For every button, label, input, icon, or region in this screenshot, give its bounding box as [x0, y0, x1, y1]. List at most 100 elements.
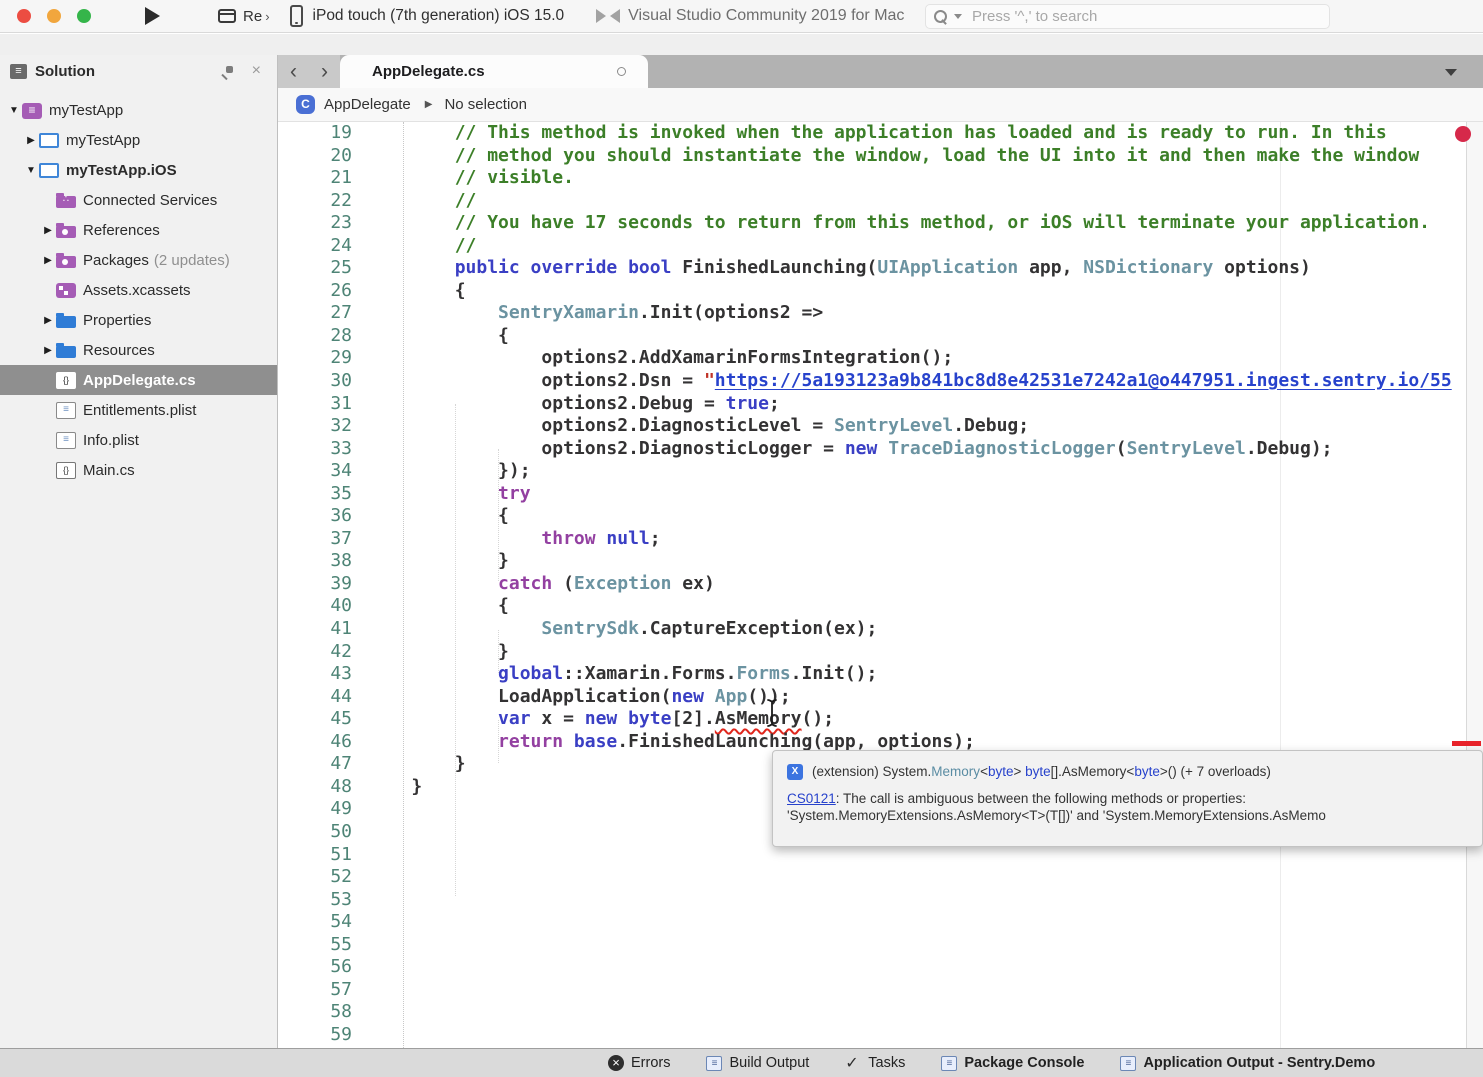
line-number[interactable]: 47	[278, 753, 352, 776]
line-number[interactable]: 23	[278, 212, 352, 235]
code-line[interactable]: 53	[278, 889, 1483, 912]
line-number[interactable]: 42	[278, 641, 352, 664]
code-text[interactable]: return base.FinishedLaunching(app, optio…	[368, 731, 975, 752]
code-text[interactable]: SentryXamarin.Init(options2 =>	[368, 302, 823, 323]
code-text[interactable]: {	[368, 595, 509, 616]
code-line[interactable]: 28 {	[278, 325, 1483, 348]
code-line[interactable]: 45 var x = new byte[2].AsMemory();	[278, 708, 1483, 731]
code-text[interactable]: throw null;	[368, 528, 661, 549]
code-line[interactable]: 27 SentryXamarin.Init(options2 =>	[278, 302, 1483, 325]
code-line[interactable]: 38 }	[278, 550, 1483, 573]
sidebar-item-properties[interactable]: ▶Properties	[0, 305, 277, 335]
line-number[interactable]: 22	[278, 190, 352, 213]
line-number[interactable]: 50	[278, 821, 352, 844]
code-text[interactable]: {	[368, 505, 509, 526]
line-number[interactable]: 44	[278, 686, 352, 709]
code-line[interactable]: 37 throw null;	[278, 528, 1483, 551]
re-button[interactable]: Re	[243, 8, 262, 25]
line-number[interactable]: 20	[278, 145, 352, 168]
dock-pad-tasks[interactable]: Tasks	[845, 1055, 905, 1071]
scrollbar-error-marker[interactable]	[1452, 741, 1481, 746]
code-line[interactable]: 20 // method you should instantiate the …	[278, 145, 1483, 168]
code-text[interactable]: LoadApplication(new App());	[368, 686, 791, 707]
code-line[interactable]: 52	[278, 866, 1483, 889]
code-text[interactable]: }	[368, 641, 509, 662]
line-number[interactable]: 53	[278, 889, 352, 912]
back-button[interactable]: ‹	[286, 61, 301, 82]
code-text[interactable]: // You have 17 seconds to return from th…	[368, 212, 1430, 233]
code-line[interactable]: 30 options2.Dsn = "https://5a193123a9b84…	[278, 370, 1483, 393]
line-number[interactable]: 32	[278, 415, 352, 438]
sidebar-item-assets-xcassets[interactable]: Assets.xcassets	[0, 275, 277, 305]
line-number[interactable]: 58	[278, 1001, 352, 1024]
sidebar-item-references[interactable]: ▶References	[0, 215, 277, 245]
code-line[interactable]: 36 {	[278, 505, 1483, 528]
code-line[interactable]: 23 // You have 17 seconds to return from…	[278, 212, 1483, 235]
code-text[interactable]: // method you should instantiate the win…	[368, 145, 1419, 166]
code-text[interactable]: }	[368, 776, 422, 797]
code-line[interactable]: 26 {	[278, 280, 1483, 303]
expander-collapsed-icon[interactable]: ▶	[40, 345, 56, 356]
line-number[interactable]: 40	[278, 595, 352, 618]
code-text[interactable]: options2.AddXamarinFormsIntegration();	[368, 347, 953, 368]
sidebar-item-mytestapp[interactable]: ▶myTestApp	[0, 125, 277, 155]
line-number[interactable]: 56	[278, 956, 352, 979]
close-button[interactable]	[17, 9, 31, 23]
line-number[interactable]: 36	[278, 505, 352, 528]
code-line[interactable]: 24 //	[278, 235, 1483, 258]
code-text[interactable]: // visible.	[368, 167, 574, 188]
breadcrumb-scope[interactable]: AppDelegate	[324, 96, 411, 113]
line-number[interactable]: 30	[278, 370, 352, 393]
breadcrumb-selection[interactable]: No selection	[444, 96, 527, 113]
line-number[interactable]: 55	[278, 934, 352, 957]
code-line[interactable]: 55	[278, 934, 1483, 957]
scrollbar[interactable]	[1466, 122, 1483, 1048]
line-number[interactable]: 21	[278, 167, 352, 190]
code-text[interactable]: {	[368, 280, 466, 301]
code-line[interactable]: 33 options2.DiagnosticLogger = new Trace…	[278, 438, 1483, 461]
code-text[interactable]: options2.Dsn = "https://5a193123a9b841bc…	[368, 370, 1452, 391]
code-line[interactable]: 56	[278, 956, 1483, 979]
code-line[interactable]: 35 try	[278, 483, 1483, 506]
sidebar-item-mytestapp[interactable]: ▼myTestApp	[0, 95, 277, 125]
code-line[interactable]: 22 //	[278, 190, 1483, 213]
code-text[interactable]: // This method is invoked when the appli…	[368, 122, 1387, 143]
dock-pad-build-output[interactable]: Build Output	[706, 1055, 809, 1071]
line-number[interactable]: 57	[278, 979, 352, 1002]
code-line[interactable]: 25 public override bool FinishedLaunchin…	[278, 257, 1483, 280]
code-line[interactable]: 40 {	[278, 595, 1483, 618]
forward-button[interactable]: ›	[317, 61, 332, 82]
line-number[interactable]: 26	[278, 280, 352, 303]
sidebar-item-packages[interactable]: ▶Packages (2 updates)	[0, 245, 277, 275]
line-number[interactable]: 39	[278, 573, 352, 596]
sidebar-item-entitlements-plist[interactable]: Entitlements.plist	[0, 395, 277, 425]
code-line[interactable]: 43 global::Xamarin.Forms.Forms.Init();	[278, 663, 1483, 686]
pin-icon[interactable]	[221, 66, 233, 78]
code-text[interactable]: options2.Debug = true;	[368, 393, 780, 414]
expander-collapsed-icon[interactable]: ▶	[40, 315, 56, 326]
line-number[interactable]: 25	[278, 257, 352, 280]
code-text[interactable]: catch (Exception ex)	[368, 573, 715, 594]
code-text[interactable]: }	[368, 753, 466, 774]
code-text[interactable]: global::Xamarin.Forms.Forms.Init();	[368, 663, 877, 684]
line-number[interactable]: 37	[278, 528, 352, 551]
line-number[interactable]: 29	[278, 347, 352, 370]
sidebar-item-main-cs[interactable]: Main.cs	[0, 455, 277, 485]
line-number[interactable]: 59	[278, 1024, 352, 1047]
line-number[interactable]: 48	[278, 776, 352, 799]
line-number[interactable]: 34	[278, 460, 352, 483]
code-line[interactable]: 34 });	[278, 460, 1483, 483]
code-text[interactable]: public override bool FinishedLaunching(U…	[368, 257, 1311, 278]
error-code-link[interactable]: CS0121	[787, 791, 836, 806]
code-text[interactable]: }	[368, 550, 509, 571]
device-selector[interactable]: iPod touch (7th generation) iOS 15.0	[313, 7, 565, 25]
line-number[interactable]: 24	[278, 235, 352, 258]
line-number[interactable]: 38	[278, 550, 352, 573]
dock-pad-errors[interactable]: Errors	[608, 1055, 670, 1071]
expander-collapsed-icon[interactable]: ▶	[40, 255, 56, 266]
code-text[interactable]: SentrySdk.CaptureException(ex);	[368, 618, 877, 639]
code-line[interactable]: 41 SentrySdk.CaptureException(ex);	[278, 618, 1483, 641]
code-line[interactable]: 59	[278, 1024, 1483, 1047]
code-line[interactable]: 44 LoadApplication(new App());	[278, 686, 1483, 709]
code-line[interactable]: 54	[278, 911, 1483, 934]
